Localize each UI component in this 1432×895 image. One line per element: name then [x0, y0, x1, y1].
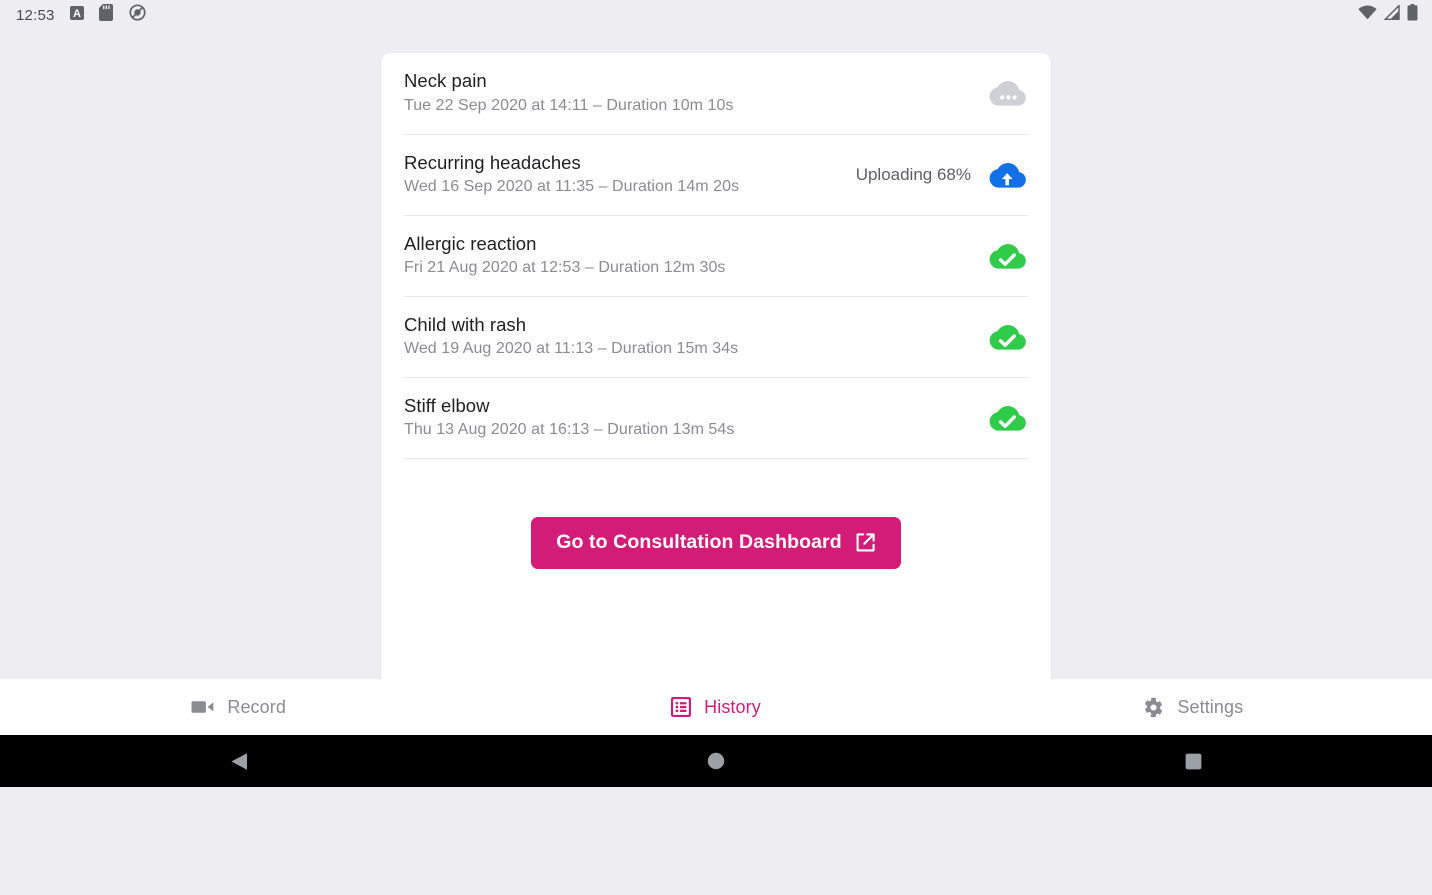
recording-texts: Recurring headaches Wed 16 Sep 2020 at 1…	[404, 151, 856, 199]
status-bar: 12:53 A	[0, 0, 1432, 30]
recording-row[interactable]: Recurring headaches Wed 16 Sep 2020 at 1…	[404, 135, 1028, 216]
recording-meta: Thu 13 Aug 2020 at 16:13 – Duration 13m …	[404, 421, 735, 439]
recording-status	[971, 74, 1028, 114]
external-link-icon	[855, 532, 876, 553]
recording-status	[971, 236, 1028, 276]
recording-title: Stiff elbow	[404, 394, 490, 416]
recording-texts: Neck pain Tue 22 Sep 2020 at 14:11 – Dur…	[404, 69, 971, 117]
recordings-list: Neck pain Tue 22 Sep 2020 at 14:11 – Dur…	[381, 53, 1051, 459]
tab-history-label: History	[704, 696, 761, 717]
tab-settings-label: Settings	[1177, 696, 1244, 717]
cloud-done-icon	[988, 317, 1028, 357]
bottom-tab-bar: Record History Settings	[0, 679, 1432, 735]
gear-icon	[1143, 697, 1164, 718]
status-bar-left: 12:53 A	[16, 4, 146, 26]
cloud-upload-icon	[988, 155, 1028, 195]
back-button[interactable]	[0, 752, 477, 771]
recording-status	[971, 317, 1028, 357]
recents-square-icon	[1185, 753, 1202, 770]
video-camera-icon	[191, 699, 214, 715]
recording-meta: Tue 22 Sep 2020 at 14:11 – Duration 10m …	[404, 96, 734, 114]
recording-row[interactable]: Allergic reaction Fri 21 Aug 2020 at 12:…	[404, 216, 1028, 297]
go-to-consultation-dashboard-button[interactable]: Go to Consultation Dashboard	[531, 517, 901, 569]
recording-texts: Allergic reaction Fri 21 Aug 2020 at 12:…	[404, 232, 971, 280]
recording-status: Uploading 68%	[856, 155, 1028, 195]
status-clock: 12:53	[16, 6, 55, 24]
letter-a-badge-icon: A	[69, 5, 85, 26]
wifi-icon	[1358, 5, 1377, 25]
recording-texts: Stiff elbow Thu 13 Aug 2020 at 16:13 – D…	[404, 394, 971, 442]
recording-meta: Wed 19 Aug 2020 at 11:13 – Duration 15m …	[404, 340, 739, 358]
list-icon	[671, 697, 692, 717]
tab-record-label: Record	[227, 696, 286, 717]
recents-button[interactable]	[955, 753, 1432, 770]
recording-meta: Fri 21 Aug 2020 at 12:53 – Duration 12m …	[404, 259, 726, 277]
tab-record[interactable]: Record	[0, 679, 477, 735]
status-bar-right	[1358, 3, 1418, 26]
cloud-done-icon	[988, 398, 1028, 438]
recording-title: Recurring headaches	[404, 151, 581, 173]
home-circle-icon	[707, 752, 725, 770]
cta-label: Go to Consultation Dashboard	[556, 530, 842, 553]
tab-history[interactable]: History	[477, 679, 954, 735]
do-not-disturb-icon	[128, 4, 146, 26]
recording-status-text: Uploading 68%	[855, 165, 971, 184]
recording-meta: Wed 16 Sep 2020 at 11:35 – Duration 14m …	[404, 178, 740, 196]
svg-text:A: A	[73, 8, 81, 20]
recording-row[interactable]: Neck pain Tue 22 Sep 2020 at 14:11 – Dur…	[404, 53, 1028, 135]
cell-signal-icon	[1383, 3, 1400, 25]
recording-row[interactable]: Stiff elbow Thu 13 Aug 2020 at 16:13 – D…	[404, 378, 1028, 459]
home-button[interactable]	[477, 752, 954, 770]
app-screen: Neck pain Tue 22 Sep 2020 at 14:11 – Dur…	[0, 30, 1432, 787]
cta-zone: Go to Consultation Dashboard	[381, 517, 1051, 569]
android-navigation-bar	[0, 735, 1432, 787]
tab-settings[interactable]: Settings	[955, 679, 1432, 735]
recording-status	[971, 398, 1028, 438]
recording-texts: Child with rash Wed 19 Aug 2020 at 11:13…	[404, 313, 971, 361]
recording-title: Child with rash	[404, 313, 527, 335]
history-card: Neck pain Tue 22 Sep 2020 at 14:11 – Dur…	[381, 53, 1051, 687]
back-triangle-icon	[230, 752, 248, 771]
recording-title: Allergic reaction	[404, 232, 537, 254]
recording-row[interactable]: Child with rash Wed 19 Aug 2020 at 11:13…	[404, 297, 1028, 378]
recording-title: Neck pain	[404, 70, 487, 92]
battery-icon	[1407, 4, 1418, 26]
sd-card-icon	[98, 4, 115, 26]
cloud-pending-icon	[988, 74, 1028, 114]
cloud-done-icon	[988, 236, 1028, 276]
